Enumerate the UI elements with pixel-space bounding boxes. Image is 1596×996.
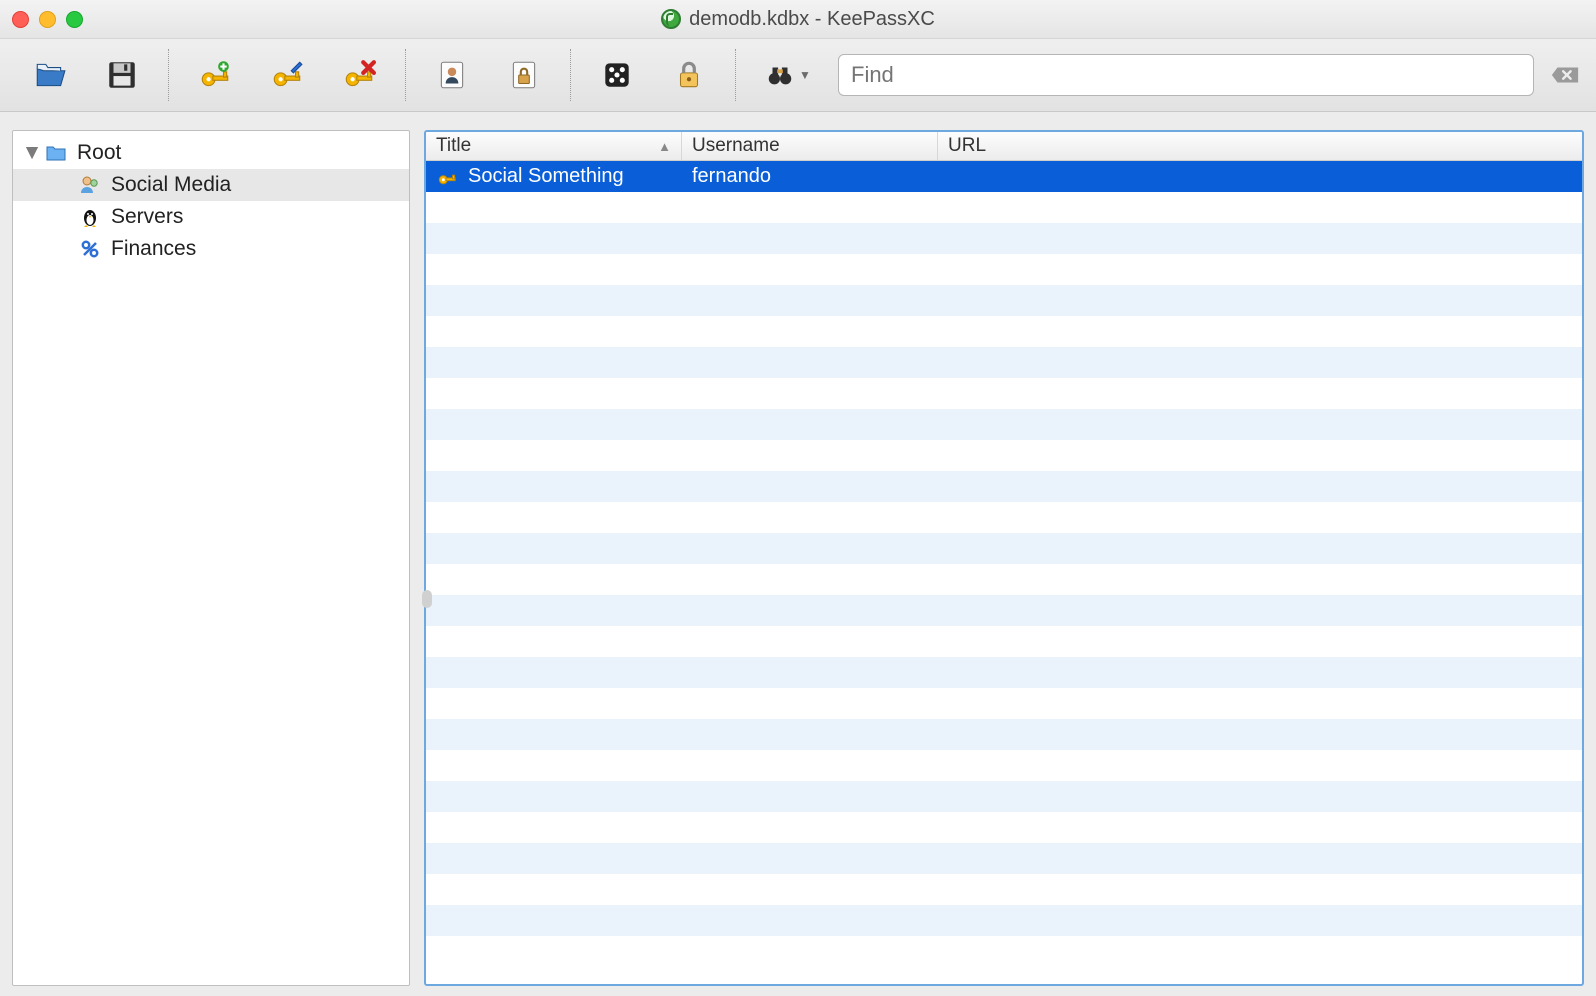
column-header-label: URL: [948, 135, 986, 157]
clear-icon: [1550, 64, 1580, 86]
search-container: [838, 54, 1582, 96]
copy-password-icon: [507, 58, 541, 92]
table-row-empty: [426, 905, 1582, 936]
table-row-empty: [426, 719, 1582, 750]
column-header-url[interactable]: URL: [938, 132, 1582, 160]
search-dropdown-button[interactable]: ▼: [746, 45, 830, 105]
dropdown-arrow-icon: ▼: [799, 68, 811, 82]
window-title: demodb.kdbx - KeePassXC: [0, 8, 1596, 31]
copy-password-button[interactable]: [488, 45, 560, 105]
table-row-empty: [426, 316, 1582, 347]
new-entry-button[interactable]: [179, 45, 251, 105]
percent-icon: [77, 236, 103, 262]
tree-group-social-media[interactable]: Social Media: [13, 169, 409, 201]
group-tree[interactable]: ▼ Root Social Media Servers: [12, 130, 410, 986]
save-database-button[interactable]: [86, 45, 158, 105]
toolbar: ▼: [0, 39, 1596, 112]
tree-group-servers[interactable]: Servers: [13, 201, 409, 233]
table-row-empty: [426, 192, 1582, 223]
table-row-empty: [426, 626, 1582, 657]
search-input[interactable]: [838, 54, 1534, 96]
table-row-empty: [426, 409, 1582, 440]
table-row-empty: [426, 750, 1582, 781]
table-row-empty: [426, 471, 1582, 502]
key-icon: [436, 166, 458, 188]
binoculars-icon: [765, 58, 795, 92]
table-row-empty: [426, 781, 1582, 812]
titlebar: demodb.kdbx - KeePassXC: [0, 0, 1596, 39]
column-header-title[interactable]: Title ▲: [426, 132, 682, 160]
entry-table: Title ▲ Username URL: [424, 130, 1584, 986]
cell-username: fernando: [682, 165, 938, 188]
column-header-username[interactable]: Username: [682, 132, 938, 160]
table-row-empty: [426, 285, 1582, 316]
save-icon: [105, 58, 139, 92]
people-icon: [77, 172, 103, 198]
table-row-empty: [426, 440, 1582, 471]
password-generator-button[interactable]: [581, 45, 653, 105]
table-row-empty: [426, 595, 1582, 626]
table-row-empty: [426, 378, 1582, 409]
table-row-empty: [426, 533, 1582, 564]
dice-icon: [600, 58, 634, 92]
key-edit-icon: [270, 58, 304, 92]
copy-user-icon: [435, 58, 469, 92]
column-header-label: Title: [436, 135, 471, 157]
window-title-text: demodb.kdbx - KeePassXC: [689, 8, 935, 31]
table-row-empty: [426, 812, 1582, 843]
lock-icon: [672, 58, 706, 92]
table-body[interactable]: Social Something fernando: [426, 161, 1582, 984]
main-content: ▼ Root Social Media Servers: [0, 112, 1596, 996]
lock-database-button[interactable]: [653, 45, 725, 105]
key-delete-icon: [342, 58, 376, 92]
tux-icon: [77, 204, 103, 230]
toolbar-separator: [168, 49, 169, 101]
key-plus-icon: [198, 58, 232, 92]
toolbar-separator: [735, 49, 736, 101]
toolbar-separator: [405, 49, 406, 101]
table-row-empty: [426, 564, 1582, 595]
clear-search-button[interactable]: [1548, 58, 1582, 92]
app-icon: [661, 9, 681, 29]
entry-username: fernando: [692, 165, 771, 188]
tree-group-label: Finances: [111, 237, 196, 261]
table-row-empty: [426, 502, 1582, 533]
table-row-empty: [426, 254, 1582, 285]
table-row-empty: [426, 347, 1582, 378]
tree-group-finances[interactable]: Finances: [13, 233, 409, 265]
folder-icon: [43, 140, 69, 166]
splitter-handle[interactable]: [422, 590, 432, 608]
toolbar-separator: [570, 49, 571, 101]
table-row-empty: [426, 688, 1582, 719]
table-row-empty: [426, 657, 1582, 688]
tree-group-label: Servers: [111, 205, 183, 229]
table-row-empty: [426, 936, 1582, 967]
open-database-button[interactable]: [14, 45, 86, 105]
table-row-empty: [426, 874, 1582, 905]
tree-root-row[interactable]: ▼ Root: [13, 137, 409, 169]
tree-root-label: Root: [77, 141, 121, 165]
table-header: Title ▲ Username URL: [426, 132, 1582, 161]
table-row-empty: [426, 843, 1582, 874]
sort-ascending-icon: ▲: [658, 139, 671, 154]
disclosure-triangle-icon[interactable]: ▼: [21, 141, 43, 165]
table-row-empty: [426, 223, 1582, 254]
cell-title: Social Something: [426, 165, 682, 188]
entry-title: Social Something: [468, 165, 624, 188]
open-icon: [33, 58, 67, 92]
table-row[interactable]: Social Something fernando: [426, 161, 1582, 192]
edit-entry-button[interactable]: [251, 45, 323, 105]
app-window: demodb.kdbx - KeePassXC: [0, 0, 1596, 996]
tree-group-label: Social Media: [111, 173, 231, 197]
column-header-label: Username: [692, 135, 780, 157]
copy-username-button[interactable]: [416, 45, 488, 105]
delete-entry-button[interactable]: [323, 45, 395, 105]
